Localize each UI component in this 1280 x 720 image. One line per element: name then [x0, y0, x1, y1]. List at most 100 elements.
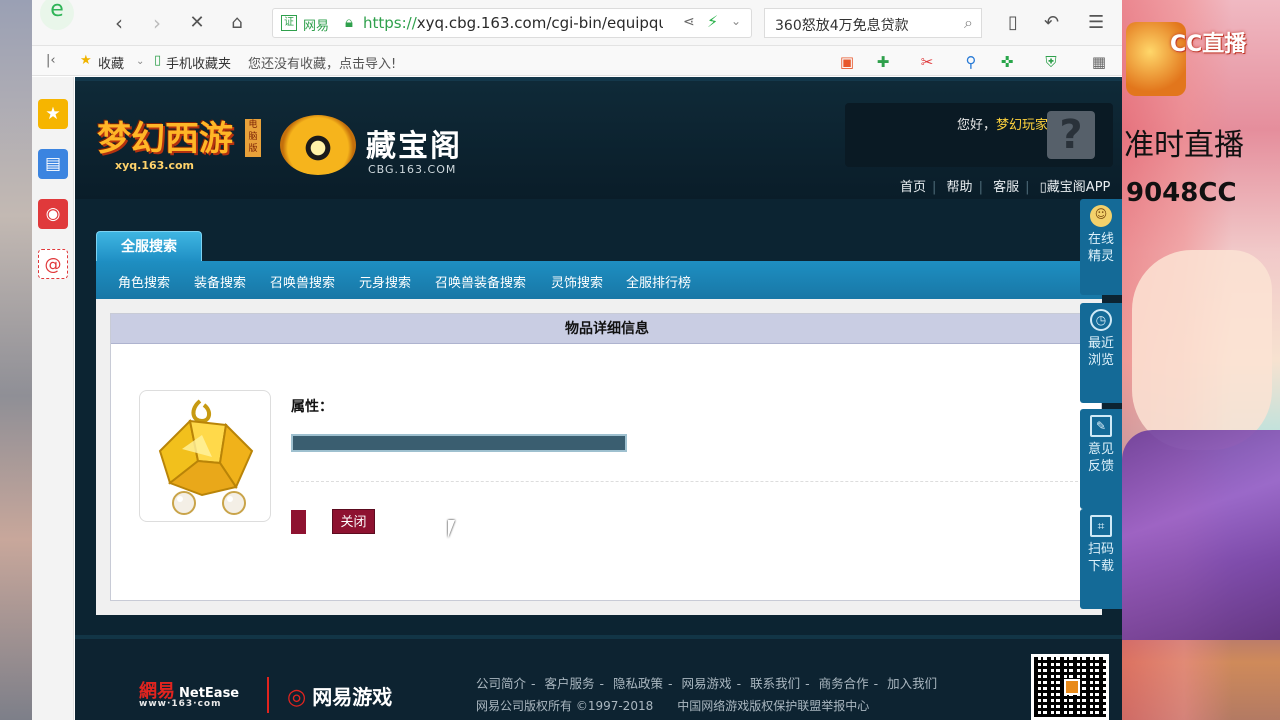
desktop-background-left	[0, 0, 32, 720]
import-favorites-hint[interactable]: 您还没有收藏，点击导入!	[248, 53, 396, 72]
favorites-star-icon[interactable]: ★	[38, 99, 68, 129]
online-sprite-button[interactable]: ☺ 在线 精灵	[1080, 199, 1122, 295]
email-icon[interactable]: @	[38, 249, 68, 279]
search-area: 全服搜索 角色搜索 装备搜索 召唤兽搜索 元身搜索 召唤兽装备搜索 灵饰搜索 全…	[96, 229, 1102, 299]
cbg-domain: CBG.163.COM	[368, 163, 457, 176]
sprite-icon: ☺	[1090, 205, 1112, 227]
search-nav: 角色搜索 装备搜索 召唤兽搜索 元身搜索 召唤兽装备搜索 灵饰搜索 全服排行榜	[96, 261, 1102, 299]
cbg-page: 梦幻西游 电脑版 xyq.163.com 藏宝阁 CBG.163.COM 您好，…	[75, 77, 1122, 720]
footer-links: 公司简介 - 客户服务 - 隐私政策 - 网易游戏 - 联系我们 - 商务合作 - 加入我们	[476, 676, 938, 691]
footer-link-service[interactable]: 客户服务	[545, 676, 595, 691]
stop-loading-button[interactable]: ✕	[184, 10, 210, 36]
nav-role-search[interactable]: 角色搜索	[118, 272, 170, 291]
search-input[interactable]: 360怒放4万免息贷款 ⌕	[764, 8, 982, 38]
collapse-sidebar-icon[interactable]: |‹	[46, 53, 56, 68]
lock-icon: 🔒︎	[345, 13, 353, 31]
footer-link-contact[interactable]: 联系我们	[750, 676, 800, 691]
footer-link-privacy[interactable]: 隐私政策	[613, 676, 663, 691]
gamepad-icon[interactable]: ✜	[998, 53, 1016, 71]
browser-sidebar: ★ ▤ ◉ @	[32, 77, 74, 720]
stream-schedule-text: 准时直播	[1124, 128, 1244, 163]
site-header: 梦幻西游 电脑版 xyq.163.com 藏宝阁 CBG.163.COM 您好，…	[75, 77, 1122, 199]
undo-icon[interactable]: ↶	[1044, 12, 1059, 33]
search-icon[interactable]: ⌕	[964, 13, 973, 33]
mobile-icon[interactable]: ▯	[1008, 12, 1018, 33]
favorites-button[interactable]: 收藏	[98, 53, 124, 72]
magnifier-icon[interactable]: ⚲	[962, 53, 980, 71]
stream-character-scarf	[1122, 430, 1280, 640]
cbg-logo[interactable]: 藏宝阁 CBG.163.COM	[280, 115, 480, 179]
screenshot-scissors-icon[interactable]: ✂	[918, 53, 936, 71]
speed-mode-icon[interactable]: ⚡	[707, 12, 718, 31]
avatar[interactable]: ?	[1047, 111, 1095, 159]
mouse-cursor-icon	[448, 520, 462, 538]
netease-games-mark-icon: ◎	[287, 685, 307, 710]
shield-icon[interactable]: ⛨	[1042, 53, 1060, 71]
cbg-name: 藏宝阁	[366, 129, 462, 164]
stream-room-id: 9048CC	[1126, 178, 1237, 208]
home-button[interactable]: ⌂	[224, 10, 250, 36]
star-icon: ★	[80, 53, 92, 68]
mobile-favorites-link[interactable]: 手机收藏夹	[166, 53, 231, 72]
item-detail-box: 物品详细信息 属性： 关闭	[110, 313, 1103, 601]
certificate-icon: 证	[281, 15, 297, 31]
copyright: 网易公司版权所有 ©1997-2018 中国网络游戏版权保护联盟举报中心	[476, 699, 870, 713]
nav-pet-equipment-search[interactable]: 召唤兽装备搜索	[435, 272, 526, 291]
footer-link-business[interactable]: 商务合作	[819, 676, 869, 691]
close-button[interactable]: 关闭	[332, 509, 375, 534]
apps-grid-icon[interactable]: ▦	[1090, 53, 1108, 71]
recent-browse-button[interactable]: ◷ 最近 浏览	[1080, 303, 1122, 403]
share-icon[interactable]: ⋖	[683, 14, 695, 30]
mhxy-logo[interactable]: 梦幻西游 电脑版 xyq.163.com	[97, 111, 262, 181]
search-suggestion-text: 360怒放4万免息贷款	[775, 18, 909, 34]
chevron-down-icon[interactable]: ⌄	[136, 56, 144, 67]
footer-link-join[interactable]: 加入我们	[887, 676, 937, 691]
netease-logo[interactable]: 網易 NetEase www·163·com	[139, 677, 239, 709]
greeting: 您好，梦幻玩家	[957, 118, 1049, 133]
netease-games-logo[interactable]: ◎ 网易游戏	[287, 681, 392, 710]
customer-service-link[interactable]: 客服	[993, 180, 1019, 195]
stream-overlay: CC直播 准时直播 9048CC	[1122, 0, 1280, 720]
translate-icon[interactable]: ✚	[874, 53, 892, 71]
nav-ranking[interactable]: 全服排行榜	[626, 272, 691, 291]
bookmarks-bar: |‹ ★ 收藏 ⌄ ▯ 手机收藏夹 您还没有收藏，点击导入! ▣ ✚ ✂ ⚲ ✜…	[32, 46, 1122, 76]
site-tag: 网易	[303, 19, 330, 34]
nav-ornament-search[interactable]: 灵饰搜索	[551, 272, 603, 291]
footer-link-games[interactable]: 网易游戏	[682, 676, 732, 691]
item-image	[139, 390, 271, 522]
scan-download-button[interactable]: ⌗ 扫码 下载	[1080, 509, 1122, 609]
news-icon[interactable]: ▤	[38, 149, 68, 179]
back-button[interactable]: ‹	[106, 10, 132, 36]
pc-edition-badge: 电脑版	[245, 119, 261, 157]
nav-avatar-search[interactable]: 元身搜索	[359, 272, 411, 291]
menu-icon[interactable]: ☰	[1088, 12, 1104, 33]
browser-window: e ‹ › ✕ ⌂ 证 网易 🔒︎ https://xyq.cbg.163.co…	[32, 0, 1122, 720]
tab-all-server-search[interactable]: 全服搜索	[96, 231, 202, 261]
scan-icon: ⌗	[1090, 515, 1112, 537]
floating-toolbar: ☺ 在线 精灵 ◷ 最近 浏览 ✎ 意见 反馈 ⌗ 扫码 下载	[1080, 199, 1122, 615]
site-footer: 網易 NetEase www·163·com ◎ 网易游戏 公司简介 - 客户服务 - …	[75, 639, 1122, 720]
cbg-app-link[interactable]: 藏宝阁APP	[1047, 180, 1111, 195]
attributes-label: 属性：	[291, 399, 333, 415]
action-button[interactable]	[291, 510, 306, 534]
stream-character-face	[1132, 250, 1272, 450]
tv-icon[interactable]: ▣	[838, 53, 856, 71]
chevron-down-icon[interactable]: ⌄	[731, 14, 741, 28]
top-links: 首页 | 帮助 | 客服 | ▯藏宝阁APP	[900, 180, 1111, 195]
nav-equipment-search[interactable]: 装备搜索	[194, 272, 246, 291]
help-link[interactable]: 帮助	[947, 180, 973, 195]
address-bar[interactable]: 证 网易 🔒︎ https://xyq.cbg.163.com/cgi-bin/…	[272, 8, 752, 38]
clock-icon: ◷	[1090, 309, 1112, 331]
nav-pet-search[interactable]: 召唤兽搜索	[270, 272, 335, 291]
footer-link-about[interactable]: 公司简介	[476, 676, 526, 691]
username-link[interactable]: 梦幻玩家	[996, 118, 1048, 133]
feedback-button[interactable]: ✎ 意见 反馈	[1080, 409, 1122, 509]
phone-icon: ▯	[1039, 180, 1047, 195]
forward-button[interactable]: ›	[144, 10, 170, 36]
url-text[interactable]: https://xyq.cbg.163.com/cgi-bin/equipque	[363, 14, 663, 32]
home-link[interactable]: 首页	[900, 180, 926, 195]
item-detail-panel: 物品详细信息 属性： 关闭	[96, 299, 1103, 615]
weibo-icon[interactable]: ◉	[38, 199, 68, 229]
divider	[291, 481, 1103, 482]
alliance-link[interactable]: 中国网络游戏版权保护联盟举报中心	[677, 699, 869, 713]
